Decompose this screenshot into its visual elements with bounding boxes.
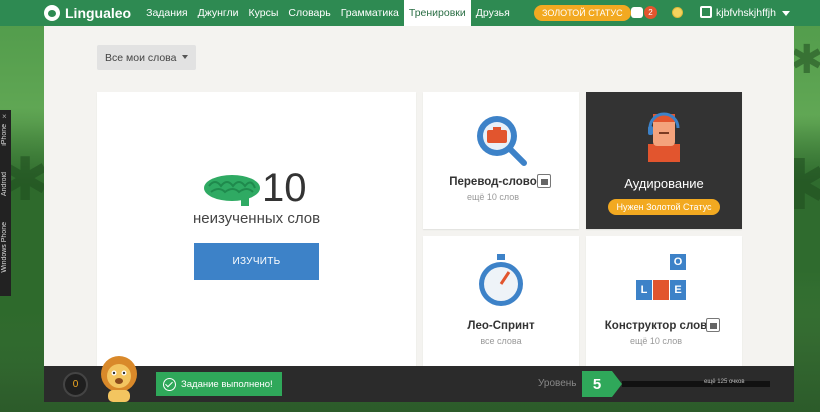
word-filter-select[interactable]: Все мои слова — [97, 45, 196, 70]
stopwatch-icon — [479, 254, 523, 306]
unlearned-label: неизученных слов — [192, 210, 321, 227]
android-link[interactable]: Android — [1, 172, 8, 196]
palm-decoration: ✱ — [790, 38, 820, 82]
magnifier-icon — [477, 116, 527, 166]
nav-item-trainings[interactable]: Тренировки — [403, 0, 471, 26]
training-title: Аудирование — [624, 176, 704, 191]
gold-status-button[interactable]: ЗОЛОТОЙ СТАТУС — [534, 5, 631, 21]
user-icon[interactable] — [700, 6, 712, 18]
empty-block — [653, 280, 669, 300]
xp-progress-bar — [622, 381, 770, 387]
headphones-man-icon — [648, 112, 680, 162]
windows-phone-link[interactable]: Windows Phone — [1, 222, 8, 273]
top-navigation: Lingualeo Задания Джунгли Курсы Словарь … — [0, 0, 820, 26]
training-word-constructor[interactable]: O L E Конструктор слов ещё 10 слов — [586, 236, 742, 366]
letter-block: L — [636, 280, 652, 300]
coin-icon[interactable] — [672, 7, 683, 18]
toast-text: Задание выполнено! — [181, 378, 273, 390]
chevron-down-icon[interactable] — [782, 11, 790, 16]
training-subtitle: ещё 10 слов — [466, 192, 520, 202]
word-filter-value: Все мои слова — [105, 51, 177, 64]
letter-block: O — [670, 254, 686, 270]
notification-badge[interactable]: 2 — [644, 6, 657, 19]
trainings-panel: Все мои слова 10 неизученных слов ИЗУЧИТ… — [44, 26, 794, 366]
leo-messages-icon[interactable] — [631, 7, 643, 18]
nav-item-dictionary[interactable]: Словарь — [283, 0, 335, 26]
nav-item-grammar[interactable]: Грамматика — [336, 0, 404, 26]
bottom-status-bar: 0 Задание выполнено! Уровень 5 ещё 125 о… — [44, 356, 794, 402]
iphone-link[interactable]: iPhone — [1, 124, 8, 146]
close-icon[interactable]: × — [2, 112, 7, 121]
lock-icon — [706, 318, 720, 332]
training-audition[interactable]: Аудирование Нужен Золотой Статус — [586, 92, 742, 229]
training-subtitle: все слова — [480, 336, 522, 346]
lock-icon — [537, 174, 551, 188]
app-logo[interactable]: Lingualeo — [44, 5, 131, 21]
chevron-down-icon — [182, 55, 188, 59]
learn-button[interactable]: ИЗУЧИТЬ — [194, 243, 319, 280]
letter-blocks-icon: O L E — [636, 254, 686, 302]
unlearned-count: 10 — [262, 166, 307, 210]
lion-mascot-icon[interactable] — [96, 354, 142, 402]
brain-icon — [204, 175, 260, 206]
unlearned-words-card: 10 неизученных слов ИЗУЧИТЬ — [97, 92, 416, 366]
xp-remaining: ещё 125 очков — [704, 379, 745, 385]
check-circle-icon — [163, 377, 176, 391]
username[interactable]: kjbfvhskjhffjh — [716, 0, 776, 26]
nav-item-tasks[interactable]: Задания — [141, 0, 193, 26]
requires-gold-button[interactable]: Нужен Золотой Статус — [608, 199, 720, 215]
nav-item-courses[interactable]: Курсы — [244, 0, 284, 26]
nav-item-jungle[interactable]: Джунгли — [193, 0, 244, 26]
level-label: Уровень — [538, 378, 577, 389]
meatballs-score[interactable]: 0 — [63, 372, 88, 397]
training-title: Лео-Спринт — [467, 320, 535, 332]
letter-block: E — [670, 280, 686, 300]
level-number: 5 — [592, 375, 602, 393]
paw-icon — [44, 5, 60, 21]
task-completed-toast: Задание выполнено! — [156, 372, 282, 396]
training-subtitle: ещё 10 слов — [629, 336, 683, 346]
main-nav: Задания Джунгли Курсы Словарь Грамматика… — [141, 0, 515, 26]
nav-item-friends[interactable]: Друзья — [471, 0, 515, 26]
training-translation-word[interactable]: Перевод-слово ещё 10 слов — [423, 92, 579, 229]
app-name: Lingualeo — [65, 5, 132, 21]
training-leo-sprint[interactable]: Лео-Спринт все слова — [423, 236, 579, 366]
mobile-apps-panel: × iPhone Android Windows Phone — [0, 110, 11, 296]
